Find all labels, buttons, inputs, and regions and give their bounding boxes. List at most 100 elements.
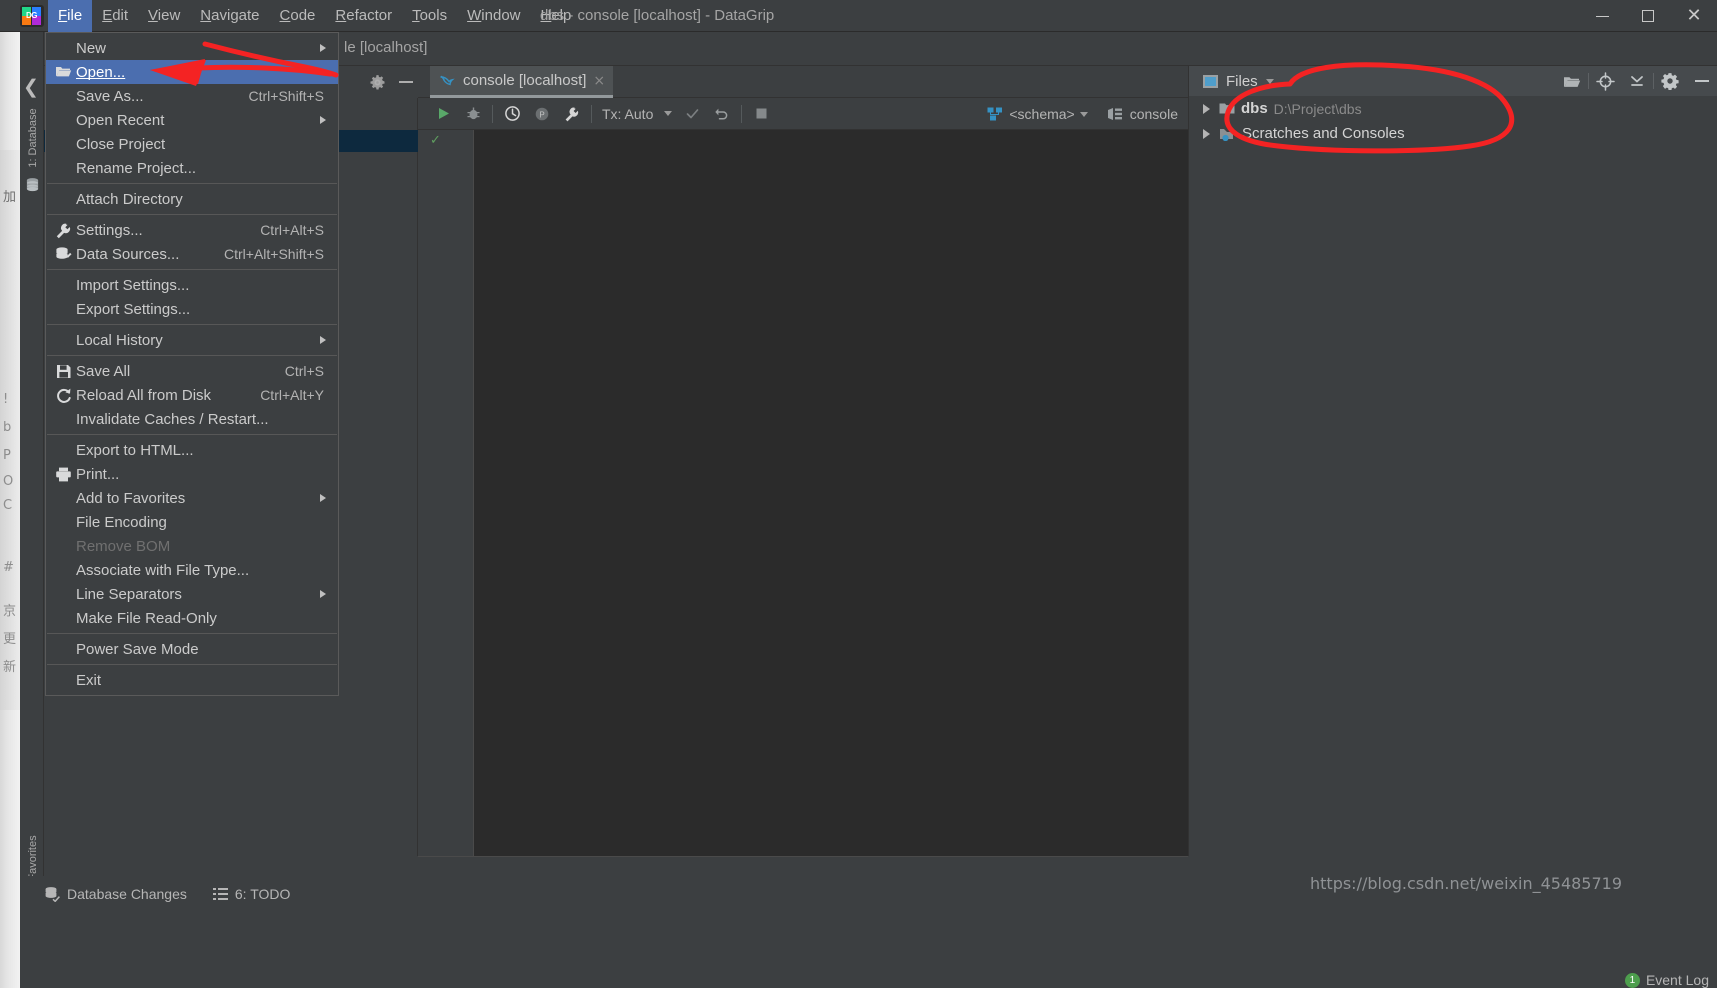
rollback-icon[interactable] xyxy=(707,98,737,130)
menu-item-power-save-mode[interactable]: Power Save Mode xyxy=(46,637,338,661)
expand-triangle-icon[interactable] xyxy=(1199,103,1213,114)
files-window-icon xyxy=(1203,74,1218,88)
chevron-down-icon[interactable] xyxy=(1079,111,1088,117)
menu-refactor[interactable]: Refactor xyxy=(325,0,402,32)
status-todo[interactable]: 6: TODO xyxy=(212,886,291,902)
close-icon[interactable]: × xyxy=(593,73,605,89)
menu-code[interactable]: Code xyxy=(270,0,326,32)
menu-item-associate-with-file-type[interactable]: Associate with File Type... xyxy=(46,558,338,582)
folder-icon xyxy=(1219,103,1235,114)
menu-item-label: Make File Read-Only xyxy=(76,609,217,627)
stop-icon[interactable] xyxy=(746,98,776,130)
menu-item-file-encoding[interactable]: File Encoding xyxy=(46,510,338,534)
menu-item-open[interactable]: Open... xyxy=(46,60,338,84)
console-toolbar: P Tx: Auto <schema> console xyxy=(418,98,1188,130)
menu-item-add-to-favorites[interactable]: Add to Favorites xyxy=(46,486,338,510)
reload-icon xyxy=(57,388,71,403)
status-event-log[interactable]: 1 Event Log xyxy=(1624,972,1709,988)
sql-editor[interactable] xyxy=(474,130,1188,856)
debug-icon[interactable] xyxy=(458,98,488,130)
watermark-url: https://blog.csdn.net/weixin_45485719 xyxy=(1310,874,1623,893)
back-arrow-icon[interactable]: ❮ xyxy=(22,76,40,100)
menu-item-import-settings[interactable]: Import Settings... xyxy=(46,273,338,297)
collapse-all-icon[interactable] xyxy=(1621,66,1653,96)
session-icon xyxy=(1107,108,1122,120)
submenu-arrow-icon xyxy=(320,44,326,52)
menu-item-shortcut: Ctrl+Alt+S xyxy=(260,222,324,238)
open-folder-icon[interactable] xyxy=(1556,66,1588,96)
files-panel-title-box[interactable]: Files xyxy=(1189,73,1274,90)
tx-mode-selector[interactable]: Tx: Auto xyxy=(596,98,659,130)
ghost-glyph-8: 新 xyxy=(3,660,17,675)
menu-item-settings[interactable]: Settings... Ctrl+Alt+S xyxy=(46,218,338,242)
history-icon[interactable] xyxy=(497,98,527,130)
menu-item-print[interactable]: Print... xyxy=(46,462,338,486)
menu-item-close-project[interactable]: Close Project xyxy=(46,132,338,156)
menu-tools[interactable]: Tools xyxy=(402,0,457,32)
commit-check-icon[interactable] xyxy=(677,98,707,130)
menu-item-local-history[interactable]: Local History xyxy=(46,328,338,352)
menu-item-export-settings[interactable]: Export Settings... xyxy=(46,297,338,321)
menu-item-label: Save As... xyxy=(76,87,144,105)
menu-item-export-to-html[interactable]: Export to HTML... xyxy=(46,438,338,462)
status-todo-label: 6: TODO xyxy=(234,886,291,902)
menu-item-invalidate-caches[interactable]: Invalidate Caches / Restart... xyxy=(46,407,338,431)
run-icon[interactable] xyxy=(428,98,458,130)
gear-icon[interactable] xyxy=(369,74,386,91)
minimize-icon[interactable] xyxy=(1579,0,1625,32)
files-panel-header: Files xyxy=(1189,66,1717,96)
menu-separator xyxy=(47,633,337,634)
profile-icon[interactable]: P xyxy=(527,98,557,130)
menu-view[interactable]: View xyxy=(138,0,190,32)
schema-selector-label[interactable]: <schema> xyxy=(1009,106,1074,122)
menu-separator xyxy=(47,355,337,356)
menu-item-make-file-read-only[interactable]: Make File Read-Only xyxy=(46,606,338,630)
menu-item-label: Print... xyxy=(76,465,120,483)
menu-item-open-recent[interactable]: Open Recent xyxy=(46,108,338,132)
chevron-down-icon[interactable] xyxy=(1265,78,1274,84)
file-menu-dropdown[interactable]: New Open... Save As... Ctrl+Shift+S Open… xyxy=(45,32,339,696)
menu-item-exit[interactable]: Exit xyxy=(46,668,338,692)
menu-item-label: Import Settings... xyxy=(76,276,190,294)
status-database-changes[interactable]: Database Changes xyxy=(44,886,187,902)
schema-icon xyxy=(987,107,1003,120)
tree-node-dbs[interactable]: dbs D:\Project\dbs xyxy=(1189,96,1717,121)
db-changes-icon xyxy=(45,887,60,902)
wrench-icon[interactable] xyxy=(557,98,587,130)
expand-triangle-icon[interactable] xyxy=(1199,128,1213,139)
console-toolbar-right: <schema> console xyxy=(987,98,1188,130)
session-label[interactable]: console xyxy=(1130,106,1178,122)
maximize-icon[interactable] xyxy=(1625,0,1671,32)
hide-icon[interactable] xyxy=(1686,66,1717,96)
open-folder-icon xyxy=(56,67,72,77)
menu-item-label: Power Save Mode xyxy=(76,640,199,658)
menu-item-data-sources[interactable]: Data Sources... Ctrl+Alt+Shift+S xyxy=(46,242,338,266)
printer-icon xyxy=(56,467,71,482)
datagrip-window: ❮ 1: Database Favorites ★ 加 ! b P O C # … xyxy=(0,0,1717,988)
menu-item-rename-project[interactable]: Rename Project... xyxy=(46,156,338,180)
sidebar-item-database[interactable]: 1: Database xyxy=(27,103,39,173)
menu-item-save-as[interactable]: Save As... Ctrl+Shift+S xyxy=(46,84,338,108)
editor-gutter xyxy=(418,130,474,856)
title-bar: DG File Edit View Navigate Code Refactor… xyxy=(0,0,1717,32)
chevron-down-icon[interactable] xyxy=(659,98,677,130)
toolbar-separator xyxy=(492,104,493,123)
tree-node-scratches[interactable]: Scratches and Consoles xyxy=(1189,121,1717,146)
menu-item-attach-directory[interactable]: Attach Directory xyxy=(46,187,338,211)
menu-window[interactable]: Window xyxy=(457,0,530,32)
close-icon[interactable]: ✕ xyxy=(1671,0,1717,32)
menu-item-reload-all-from-disk[interactable]: Reload All from Disk Ctrl+Alt+Y xyxy=(46,383,338,407)
hide-panel-icon[interactable] xyxy=(399,81,413,83)
scroll-from-source-icon[interactable] xyxy=(1589,66,1621,96)
tree-node-path: D:\Project\dbs xyxy=(1273,100,1362,117)
menu-item-remove-bom: Remove BOM xyxy=(46,534,338,558)
menu-edit[interactable]: Edit xyxy=(92,0,138,32)
menu-item-save-all[interactable]: Save All Ctrl+S xyxy=(46,359,338,383)
menu-item-label: Data Sources... xyxy=(76,245,180,263)
menu-file[interactable]: File xyxy=(48,0,93,32)
tab-console-localhost[interactable]: console [localhost] × xyxy=(430,66,614,98)
menu-item-line-separators[interactable]: Line Separators xyxy=(46,582,338,606)
menu-navigate[interactable]: Navigate xyxy=(190,0,269,32)
menu-item-new[interactable]: New xyxy=(46,36,338,60)
gear-icon[interactable] xyxy=(1654,66,1686,96)
